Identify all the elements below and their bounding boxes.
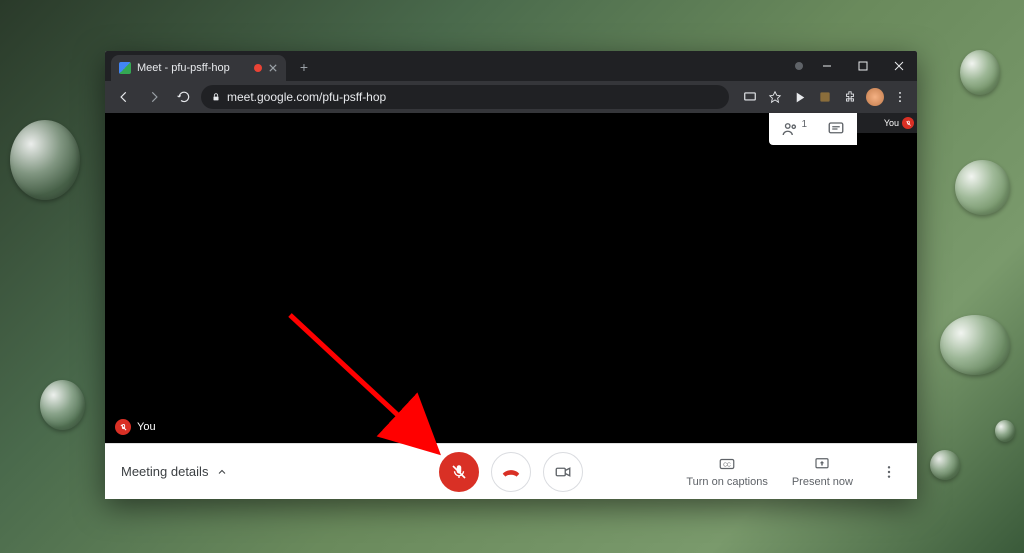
nav-forward-button[interactable]: [141, 84, 167, 110]
browser-titlebar: Meet - pfu-psff-hop +: [105, 51, 917, 81]
toggle-camera-button[interactable]: [543, 452, 583, 492]
extension-1-icon[interactable]: [789, 86, 811, 108]
leave-call-button[interactable]: [491, 452, 531, 492]
water-droplet: [960, 50, 1000, 95]
chat-icon: [827, 120, 845, 138]
cast-icon[interactable]: [739, 86, 761, 108]
window-close-button[interactable]: [881, 51, 917, 81]
recording-indicator-icon: [254, 64, 262, 72]
tab-title: Meet - pfu-psff-hop: [137, 62, 248, 74]
meeting-details-button[interactable]: Meeting details: [121, 464, 439, 479]
browser-menu-button[interactable]: [889, 86, 911, 108]
nav-reload-button[interactable]: [171, 84, 197, 110]
people-icon: [781, 120, 799, 138]
desktop-background: Meet - pfu-psff-hop +: [0, 0, 1024, 553]
new-tab-button[interactable]: +: [292, 55, 316, 79]
participants-button[interactable]: 1: [781, 120, 807, 138]
water-droplet: [995, 420, 1015, 442]
svg-text:CC: CC: [723, 462, 731, 468]
extension-2-icon[interactable]: [814, 86, 836, 108]
window-maximize-button[interactable]: [845, 51, 881, 81]
participants-count: 1: [801, 119, 807, 130]
toggle-microphone-button[interactable]: [439, 452, 479, 492]
bookmark-star-icon[interactable]: [764, 86, 786, 108]
window-controls: [795, 51, 917, 81]
extension-area: [739, 86, 911, 108]
profile-avatar[interactable]: [864, 86, 886, 108]
meet-bottom-bar: Meeting details: [105, 443, 917, 499]
self-mic-off-icon: [115, 419, 131, 435]
water-droplet: [940, 315, 1010, 375]
camera-icon: [554, 463, 572, 481]
url-input[interactable]: meet.google.com/pfu-psff-hop: [201, 85, 729, 109]
meet-app: 1 You Yo: [105, 113, 917, 499]
self-overlay-label: You: [115, 419, 156, 435]
water-droplet: [40, 380, 85, 430]
captions-button[interactable]: CC Turn on captions: [686, 455, 768, 488]
water-droplet: [955, 160, 1010, 215]
window-minimize-button[interactable]: [809, 51, 845, 81]
water-droplet: [930, 450, 960, 480]
meeting-details-label: Meeting details: [121, 464, 208, 479]
url-text: meet.google.com/pfu-psff-hop: [227, 90, 386, 104]
microphone-off-icon: [450, 463, 468, 481]
more-vert-icon: [881, 464, 897, 480]
tab-close-button[interactable]: [268, 63, 278, 73]
top-tools-pill: 1: [769, 113, 857, 145]
avatar-icon: [866, 88, 884, 106]
self-overlay-text: You: [137, 421, 156, 433]
captions-label: Turn on captions: [686, 476, 768, 488]
chevron-up-icon: [216, 466, 228, 478]
self-thumb-mic-off-icon: [902, 117, 914, 129]
present-icon: [813, 455, 831, 473]
right-controls: CC Turn on captions Present now: [583, 455, 901, 488]
chat-button[interactable]: [827, 120, 845, 138]
extensions-puzzle-icon[interactable]: [839, 86, 861, 108]
nav-back-button[interactable]: [111, 84, 137, 110]
lock-icon: [211, 92, 221, 102]
captions-icon: CC: [718, 455, 736, 473]
hangup-icon: [500, 461, 522, 483]
browser-tab[interactable]: Meet - pfu-psff-hop: [111, 55, 286, 81]
meet-favicon-icon: [119, 62, 131, 74]
water-droplet: [10, 120, 80, 200]
browser-address-bar: meet.google.com/pfu-psff-hop: [105, 81, 917, 113]
more-options-button[interactable]: [877, 460, 901, 484]
account-indicator-icon: [795, 62, 803, 70]
self-thumbnail[interactable]: You: [857, 113, 917, 133]
browser-window: Meet - pfu-psff-hop +: [105, 51, 917, 499]
self-thumb-label: You: [884, 118, 899, 128]
video-area: 1 You Yo: [105, 113, 917, 443]
center-controls: [439, 452, 583, 492]
present-button[interactable]: Present now: [792, 455, 853, 488]
present-label: Present now: [792, 476, 853, 488]
